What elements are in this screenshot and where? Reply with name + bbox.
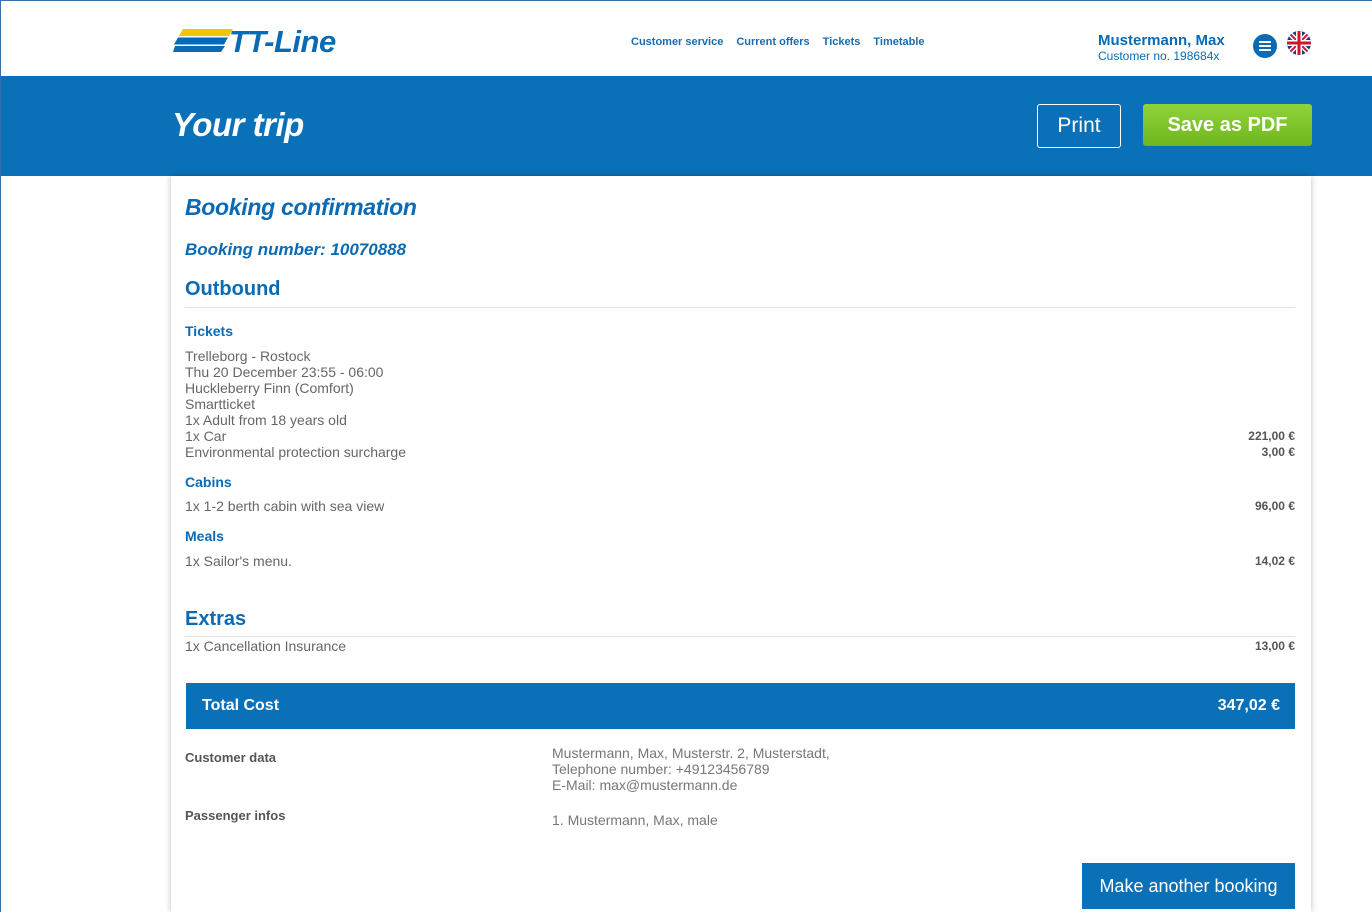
- cabin-price: 96,00 €: [1254, 499, 1295, 513]
- meal-line: 1x Sailor's menu.: [185, 553, 292, 569]
- top-nav: Customer service Current offers Tickets …: [631, 36, 925, 48]
- page-title: Your trip: [172, 106, 304, 143]
- nav-tickets[interactable]: Tickets: [823, 36, 861, 48]
- customer-number: Customer no. 198684x: [1098, 49, 1220, 63]
- user-name: Mustermann, Max: [1098, 32, 1225, 49]
- ticket-line: Thu 20 December 23:55 - 06:00: [185, 364, 384, 380]
- ticket-line: 1x Car: [185, 428, 227, 444]
- total-label: Total Cost: [202, 697, 280, 714]
- passenger-line: 1. Mustermann, Max, male: [552, 812, 718, 828]
- confirmation-title: Booking confirmation: [185, 194, 417, 220]
- cabin-line: 1x 1-2 berth cabin with sea view: [185, 498, 385, 514]
- top-header: TT-Line Customer service Current offers …: [1, 1, 1372, 76]
- logo-text: TT-Line: [229, 24, 336, 59]
- logo-stripes-icon: [173, 29, 233, 52]
- ticket-line: Huckleberry Finn (Comfort): [185, 380, 354, 396]
- nav-customer-service[interactable]: Customer service: [631, 36, 723, 48]
- passenger-infos-label: Passenger infos: [185, 808, 286, 823]
- customer-data-label: Customer data: [185, 750, 277, 765]
- ticket-line: 1x Adult from 18 years old: [185, 412, 347, 428]
- tt-line-logo[interactable]: TT-Line: [173, 24, 373, 59]
- total-value: 347,02 €: [1217, 697, 1280, 714]
- surcharge-price: 3,00 €: [1261, 445, 1295, 459]
- print-button[interactable]: Print: [1037, 104, 1121, 148]
- customer-line: Mustermann, Max, Musterstr. 2, Mustersta…: [552, 745, 830, 761]
- uk-flag-icon[interactable]: [1287, 31, 1311, 55]
- extra-line: 1x Cancellation Insurance: [185, 638, 347, 654]
- nav-current-offers[interactable]: Current offers: [736, 36, 809, 48]
- booking-number: Booking number: 10070888: [185, 240, 407, 259]
- tickets-title: Tickets: [185, 323, 233, 339]
- ticket-price: 221,00 €: [1248, 429, 1295, 443]
- ticket-line: Environmental protection surcharge: [185, 444, 407, 460]
- customer-line: Telephone number: +49123456789: [552, 761, 770, 777]
- save-pdf-button[interactable]: Save as PDF: [1143, 104, 1312, 146]
- total-cost-bar: Total Cost 347,02 €: [186, 683, 1295, 729]
- trip-banner: Your trip Print Save as PDF: [1, 76, 1372, 176]
- nav-timetable[interactable]: Timetable: [873, 36, 924, 48]
- meals-title: Meals: [185, 528, 224, 544]
- meal-price: 14,02 €: [1254, 554, 1295, 568]
- user-account[interactable]: Mustermann, Max Customer no. 198684x: [1098, 32, 1225, 64]
- ticket-line: Trelleborg - Rostock: [185, 348, 311, 364]
- booking-card: Booking confirmation Booking number: 100…: [171, 176, 1311, 912]
- cabins-title: Cabins: [185, 474, 232, 490]
- extras-divider: [185, 636, 1295, 637]
- extras-title: Extras: [185, 608, 247, 630]
- outbound-title: Outbound: [185, 278, 281, 300]
- ticket-line: Smartticket: [185, 396, 256, 412]
- extra-price: 13,00 €: [1254, 639, 1295, 653]
- customer-line: E-Mail: max@mustermann.de: [552, 777, 738, 793]
- menu-icon[interactable]: [1253, 34, 1277, 58]
- outbound-divider: [185, 307, 1295, 308]
- make-another-booking-button[interactable]: Make another booking: [1082, 863, 1295, 909]
